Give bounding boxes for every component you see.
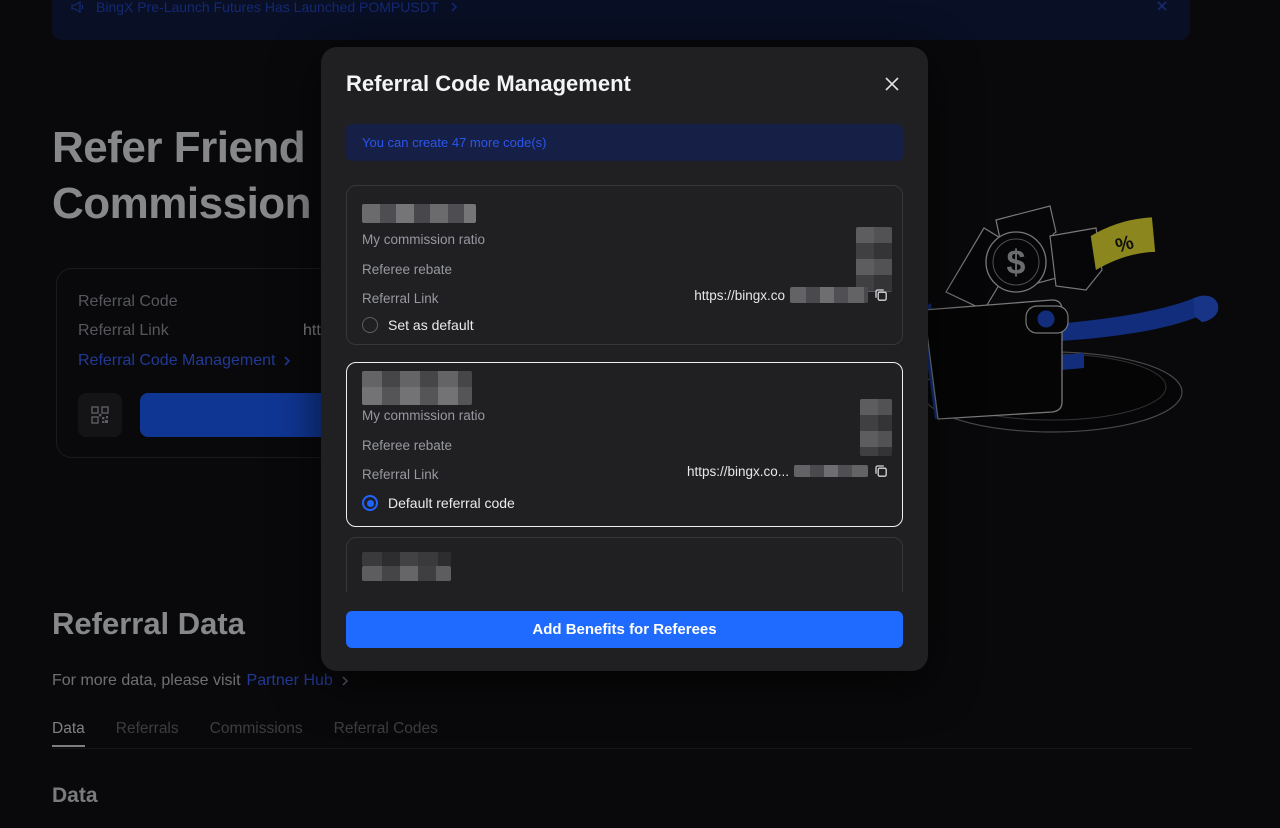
blurred-values bbox=[856, 227, 892, 292]
commission-ratio-label: My commission ratio bbox=[362, 408, 485, 423]
referral-codes-list[interactable]: My commission ratio Referee rebate Refer… bbox=[346, 185, 903, 592]
referral-link-row: https://bingx.co... bbox=[687, 463, 889, 479]
close-icon bbox=[882, 74, 902, 94]
modal-title: Referral Code Management bbox=[346, 71, 631, 97]
referral-code-card-partial[interactable] bbox=[346, 537, 903, 592]
codes-remaining-text: You can create 47 more code(s) bbox=[362, 135, 547, 150]
referral-code-card-selected[interactable]: My commission ratio Referee rebate Refer… bbox=[346, 362, 903, 527]
referral-link-value: https://bingx.co... bbox=[687, 464, 789, 479]
blurred-referral-code bbox=[362, 566, 451, 581]
blurred-values bbox=[860, 399, 892, 456]
radio-unchecked-icon[interactable] bbox=[362, 317, 378, 333]
blurred-link-suffix bbox=[794, 465, 868, 477]
blurred-referral-code bbox=[362, 552, 451, 566]
referral-link-label: Referral Link bbox=[362, 291, 439, 306]
commission-ratio-label: My commission ratio bbox=[362, 232, 485, 247]
referral-link-value: https://bingx.co bbox=[694, 288, 785, 303]
default-code-label: Default referral code bbox=[388, 495, 515, 511]
copy-icon[interactable] bbox=[873, 287, 889, 303]
radio-checked-icon[interactable] bbox=[362, 495, 378, 511]
set-default-radio-row[interactable]: Set as default bbox=[362, 317, 474, 333]
blurred-referral-code bbox=[362, 371, 472, 405]
blurred-link-suffix bbox=[790, 287, 868, 303]
default-code-radio-row[interactable]: Default referral code bbox=[362, 495, 515, 511]
add-benefits-button[interactable]: Add Benefits for Referees bbox=[346, 611, 903, 648]
set-default-label: Set as default bbox=[388, 317, 474, 333]
referral-code-card[interactable]: My commission ratio Referee rebate Refer… bbox=[346, 185, 903, 345]
referral-link-label: Referral Link bbox=[362, 467, 439, 482]
codes-remaining-notice: You can create 47 more code(s) bbox=[346, 124, 903, 161]
referee-rebate-label: Referee rebate bbox=[362, 262, 452, 277]
blurred-referral-code bbox=[362, 204, 476, 223]
referral-link-row: https://bingx.co bbox=[694, 287, 889, 303]
referral-code-management-modal: Referral Code Management You can create … bbox=[321, 47, 928, 671]
modal-close-button[interactable] bbox=[880, 73, 904, 97]
referee-rebate-label: Referee rebate bbox=[362, 438, 452, 453]
copy-icon[interactable] bbox=[873, 463, 889, 479]
